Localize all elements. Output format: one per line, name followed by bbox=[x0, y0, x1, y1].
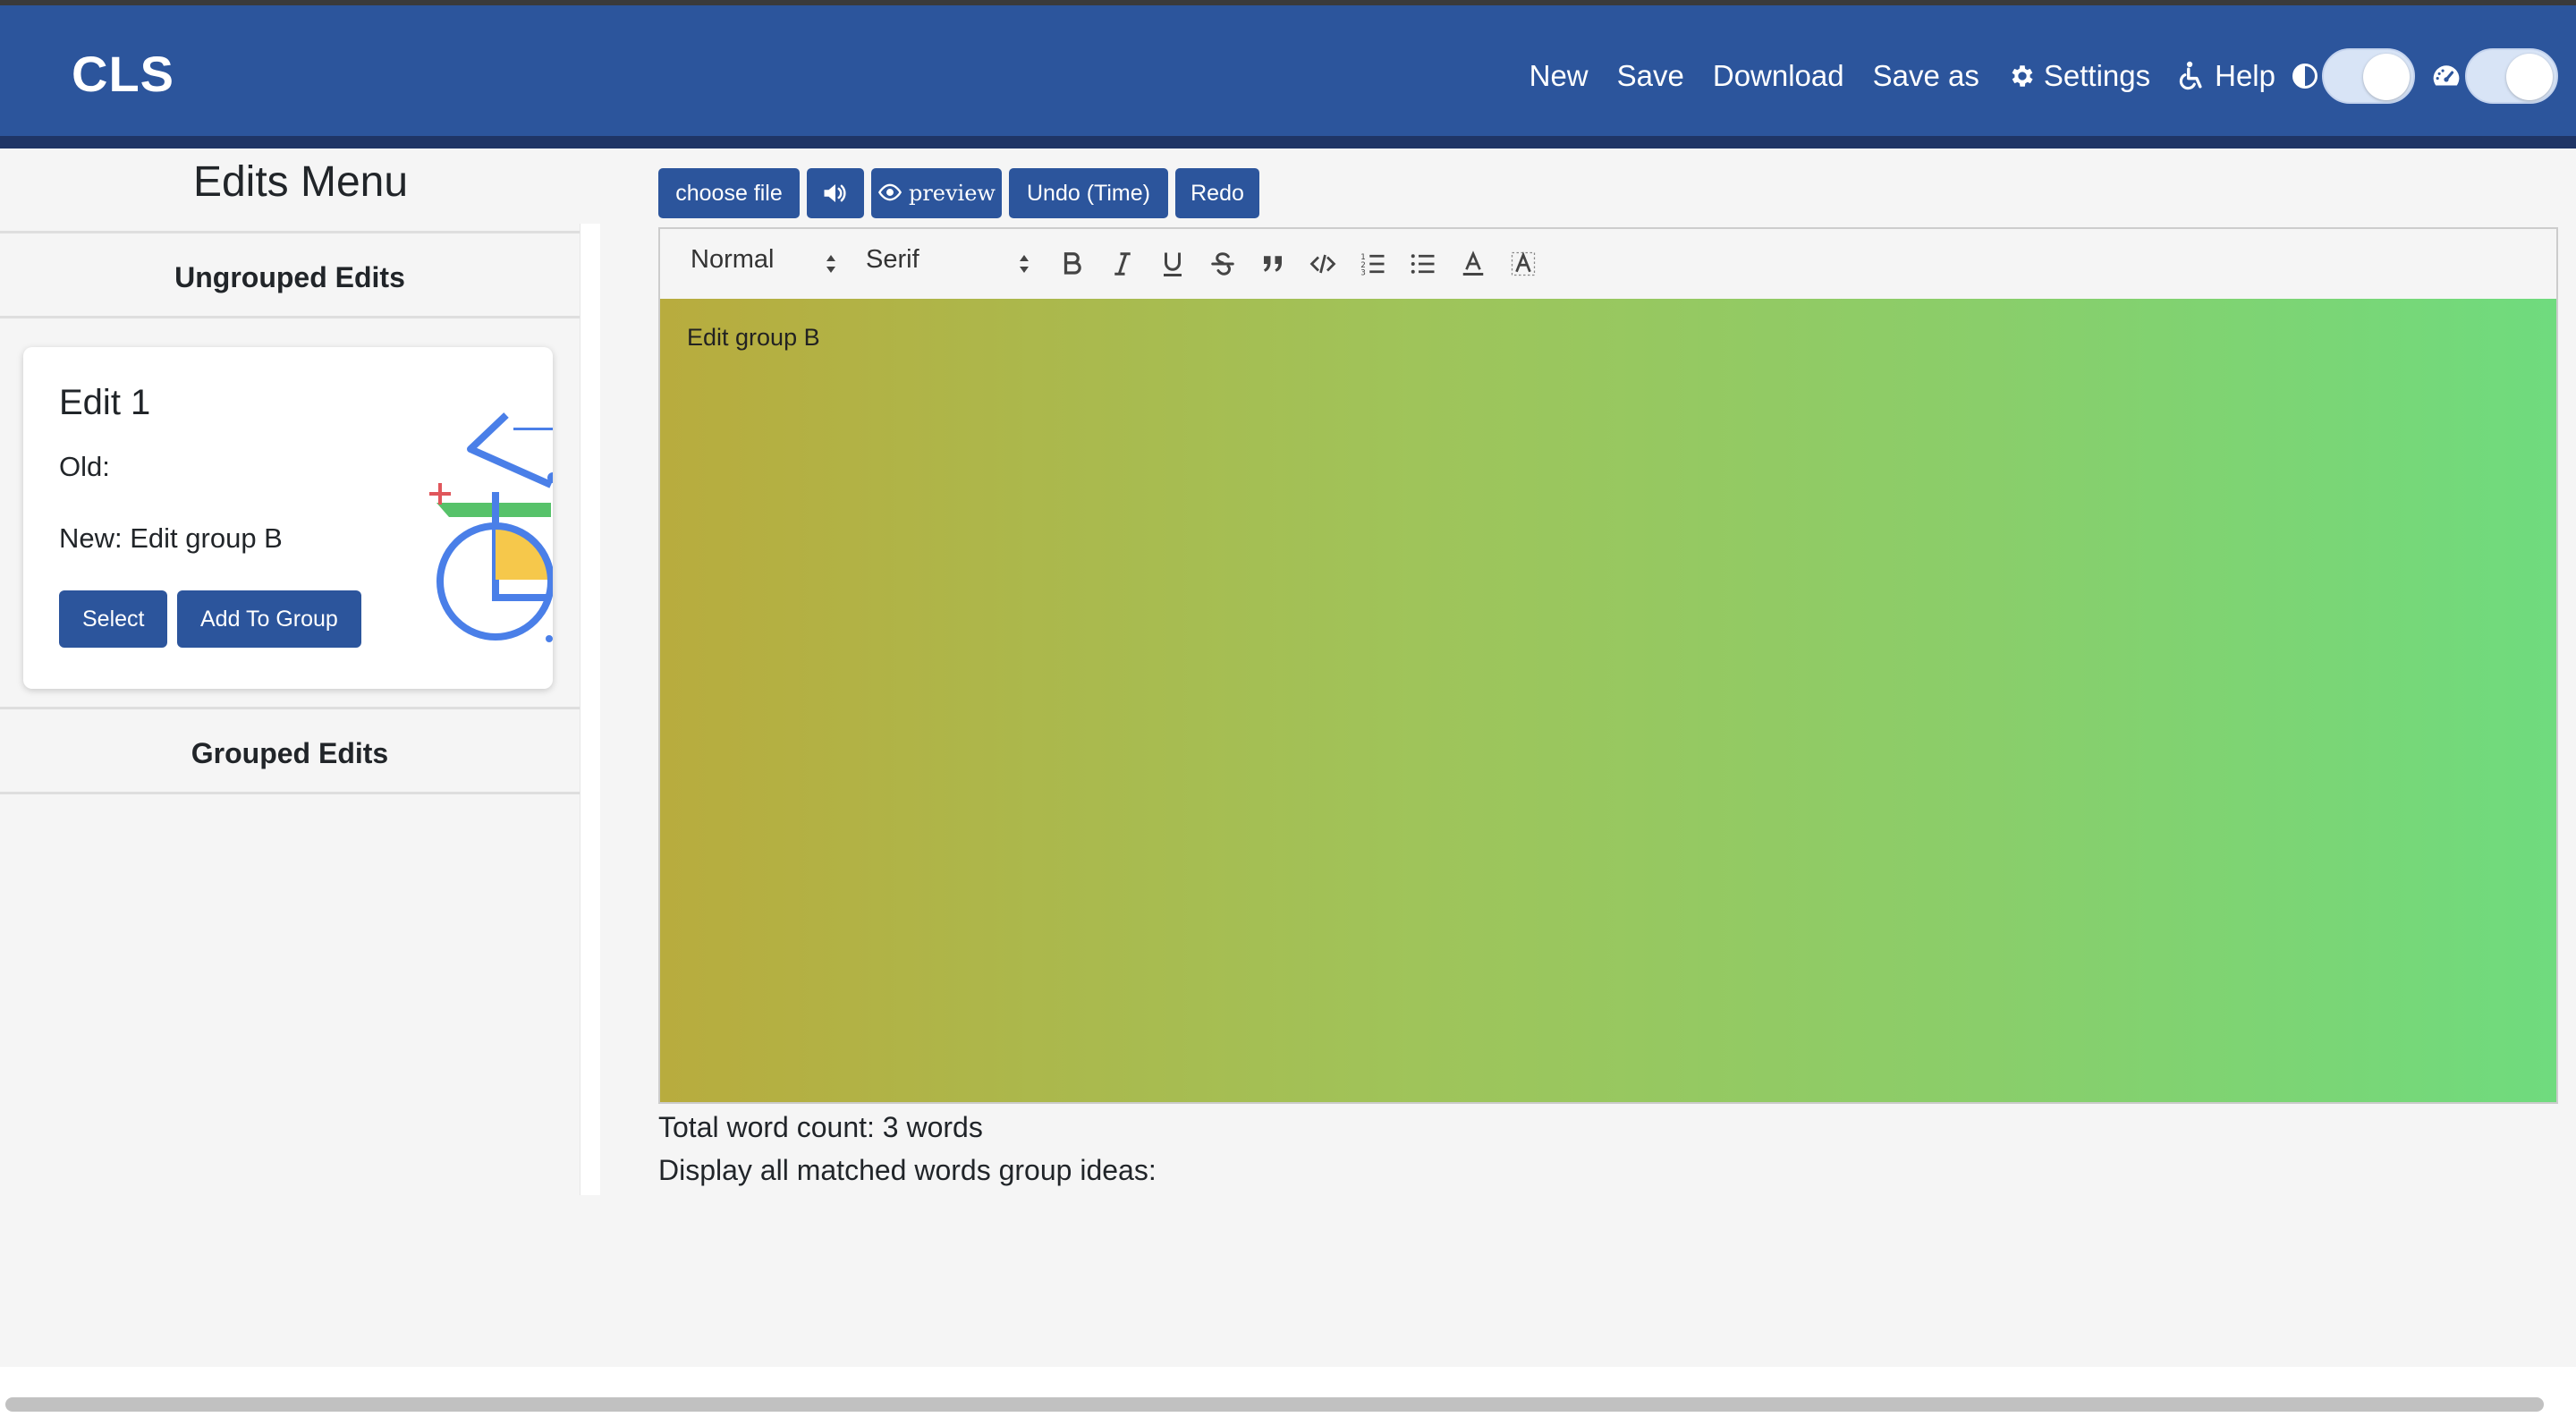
edit-card-title: Edit 1 bbox=[59, 383, 151, 422]
nav-save[interactable]: Save bbox=[1617, 59, 1684, 93]
edit-card: Edit 1 Old: New: Edit group B Select Add… bbox=[23, 347, 553, 689]
nav-help-label: Help bbox=[2215, 59, 2275, 92]
choose-file-button[interactable]: choose file bbox=[658, 168, 800, 218]
nav-help[interactable]: Help bbox=[2179, 59, 2275, 93]
ungrouped-edits-heading[interactable]: Ungrouped Edits bbox=[0, 231, 580, 318]
preview-button[interactable]: preview bbox=[871, 168, 1002, 218]
switch-knob bbox=[2506, 54, 2553, 100]
strike-icon[interactable] bbox=[1209, 250, 1236, 277]
nav-save-as-label: Save as bbox=[1872, 59, 1979, 92]
eye-icon bbox=[877, 183, 902, 201]
speaker-icon bbox=[822, 181, 849, 206]
code-icon[interactable] bbox=[1309, 250, 1336, 277]
sidebar-divider bbox=[580, 224, 600, 1195]
blockquote-icon[interactable] bbox=[1259, 250, 1286, 277]
text-to-speech-button[interactable] bbox=[807, 168, 864, 218]
edit-card-new: New: Edit group B bbox=[59, 522, 283, 554]
main-page: Edits Menu Ungrouped Edits Edit 1 Old: N… bbox=[0, 148, 2576, 1367]
italic-icon[interactable] bbox=[1109, 250, 1136, 277]
redo-button[interactable]: Redo bbox=[1175, 168, 1259, 218]
word-count: Total word count: 3 words bbox=[658, 1111, 983, 1143]
contrast-icon bbox=[2292, 63, 2318, 89]
nav-settings[interactable]: Settings bbox=[2008, 59, 2150, 93]
speed-toggle[interactable] bbox=[2431, 48, 2558, 104]
edits-sidebar: Edits Menu Ungrouped Edits Edit 1 Old: N… bbox=[0, 148, 580, 1195]
editor-content[interactable]: Edit group B bbox=[687, 324, 820, 352]
switch-knob bbox=[2363, 54, 2410, 100]
nav-save-label: Save bbox=[1616, 59, 1684, 92]
nav-save-as[interactable]: Save as bbox=[1873, 59, 1979, 93]
nav-download-label: Download bbox=[1712, 59, 1844, 92]
underline-icon[interactable] bbox=[1159, 250, 1186, 277]
font-select[interactable]: Serif bbox=[866, 245, 919, 275]
matched-words-label: Display all matched words group ideas: bbox=[658, 1154, 1157, 1186]
contrast-toggle[interactable] bbox=[2292, 48, 2415, 104]
grouped-edits-heading[interactable]: Grouped Edits bbox=[0, 707, 580, 794]
background-color-icon[interactable] bbox=[1510, 250, 1537, 277]
text-editor[interactable]: Edit group B bbox=[658, 299, 2558, 1104]
select-arrows-icon bbox=[1018, 250, 1030, 282]
select-arrows-icon bbox=[825, 250, 837, 282]
text-color-icon[interactable] bbox=[1460, 250, 1487, 277]
gear-icon bbox=[2008, 62, 2037, 90]
editor-toolbar: Normal Serif 123 bbox=[658, 227, 2558, 301]
edits-menu-title: Edits Menu bbox=[192, 158, 409, 206]
add-to-group-button[interactable]: Add To Group bbox=[177, 590, 361, 648]
undo-button[interactable]: Undo (Time) bbox=[1009, 168, 1168, 218]
contrast-switch[interactable] bbox=[2322, 48, 2415, 104]
svg-text:3: 3 bbox=[1360, 269, 1366, 278]
nav-settings-label: Settings bbox=[2043, 59, 2151, 92]
navbar-border bbox=[0, 136, 2576, 148]
select-button[interactable]: Select bbox=[59, 590, 168, 648]
horizontal-scrollbar[interactable] bbox=[5, 1397, 2544, 1412]
bold-icon[interactable] bbox=[1059, 250, 1086, 277]
edit-card-old: Old: bbox=[59, 451, 110, 482]
brand-logo[interactable]: CLS bbox=[72, 45, 174, 103]
nav-new-label: New bbox=[1529, 59, 1589, 92]
accessibility-icon bbox=[2179, 61, 2207, 91]
ordered-list-icon[interactable]: 123 bbox=[1360, 250, 1386, 277]
nav-download[interactable]: Download bbox=[1713, 59, 1844, 93]
speed-switch[interactable] bbox=[2465, 48, 2558, 104]
nav-menu: New Save Download Save as Settings Help bbox=[1501, 45, 2558, 107]
heading-select[interactable]: Normal bbox=[691, 245, 774, 275]
speedometer-icon bbox=[2431, 63, 2462, 89]
bullet-list-icon[interactable] bbox=[1410, 250, 1436, 277]
nav-new[interactable]: New bbox=[1530, 59, 1589, 93]
card-illustration bbox=[399, 383, 553, 669]
preview-label: preview bbox=[908, 181, 996, 206]
navbar: CLS New Save Download Save as Settings H… bbox=[0, 5, 2576, 136]
